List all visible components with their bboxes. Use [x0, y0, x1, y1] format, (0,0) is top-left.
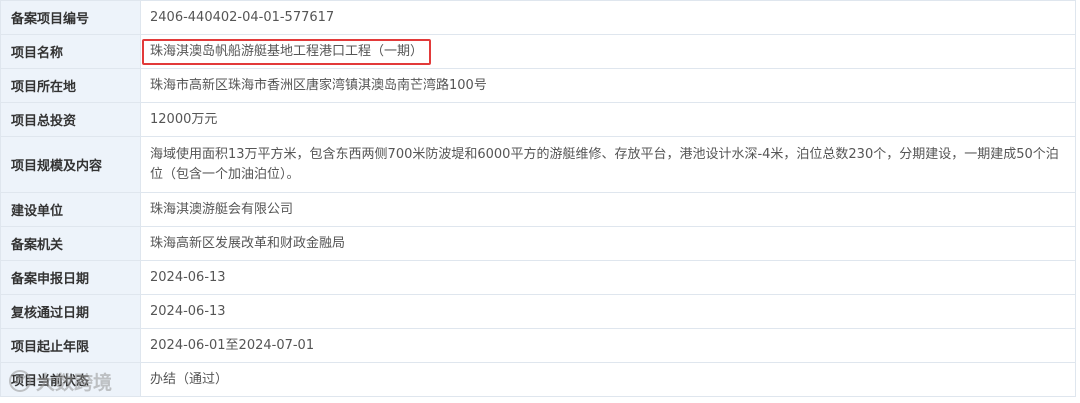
row-label: 项目名称 [0, 34, 141, 69]
row-label: 建设单位 [0, 192, 141, 227]
row-value: 珠海淇澳游艇会有限公司 [140, 192, 1076, 227]
row-label: 项目当前状态 [0, 362, 141, 397]
table-row-location: 项目所在地 珠海市高新区珠海市香洲区唐家湾镇淇澳岛南芒湾路100号 [0, 68, 1076, 103]
row-label: 复核通过日期 [0, 294, 141, 329]
row-label: 备案申报日期 [0, 260, 141, 295]
highlighted-project-name: 珠海淇澳岛帆船游艇基地工程港口工程（一期） [142, 38, 432, 65]
table-row-review-date: 复核通过日期 2024-06-13 [0, 294, 1076, 329]
row-value-cell: 珠海淇澳岛帆船游艇基地工程港口工程（一期） [140, 34, 1076, 69]
row-value: 珠海高新区发展改革和财政金融局 [140, 226, 1076, 261]
project-record-table: 备案项目编号 2406-440402-04-01-577617 项目名称 珠海淇… [0, 0, 1076, 397]
table-row-scale-content: 项目规模及内容 海域使用面积13万平方米，包含东西两侧700米防波堤和6000平… [0, 136, 1076, 193]
row-value: 珠海市高新区珠海市香洲区唐家湾镇淇澳岛南芒湾路100号 [140, 68, 1076, 103]
row-value: 12000万元 [140, 102, 1076, 137]
table-row-record-number: 备案项目编号 2406-440402-04-01-577617 [0, 0, 1076, 35]
row-value: 2024-06-13 [140, 260, 1076, 295]
table-row-period: 项目起止年限 2024-06-01至2024-07-01 [0, 328, 1076, 363]
table-row-builder: 建设单位 珠海淇澳游艇会有限公司 [0, 192, 1076, 227]
table-row-status: 项目当前状态 办结（通过） [0, 362, 1076, 397]
row-value: 办结（通过） [140, 362, 1076, 397]
row-label: 备案机关 [0, 226, 141, 261]
row-label: 项目规模及内容 [0, 136, 141, 193]
table-row-filing-date: 备案申报日期 2024-06-13 [0, 260, 1076, 295]
table-row-authority: 备案机关 珠海高新区发展改革和财政金融局 [0, 226, 1076, 261]
row-label: 项目所在地 [0, 68, 141, 103]
table-row-project-name: 项目名称 珠海淇澳岛帆船游艇基地工程港口工程（一期） [0, 34, 1076, 69]
row-label: 项目总投资 [0, 102, 141, 137]
row-value: 2024-06-13 [140, 294, 1076, 329]
table-row-total-investment: 项目总投资 12000万元 [0, 102, 1076, 137]
row-value: 2406-440402-04-01-577617 [140, 0, 1076, 35]
row-label: 备案项目编号 [0, 0, 141, 35]
row-label: 项目起止年限 [0, 328, 141, 363]
row-value: 海域使用面积13万平方米，包含东西两侧700米防波堤和6000平方的游艇维修、存… [140, 136, 1076, 193]
row-value: 2024-06-01至2024-07-01 [140, 328, 1076, 363]
